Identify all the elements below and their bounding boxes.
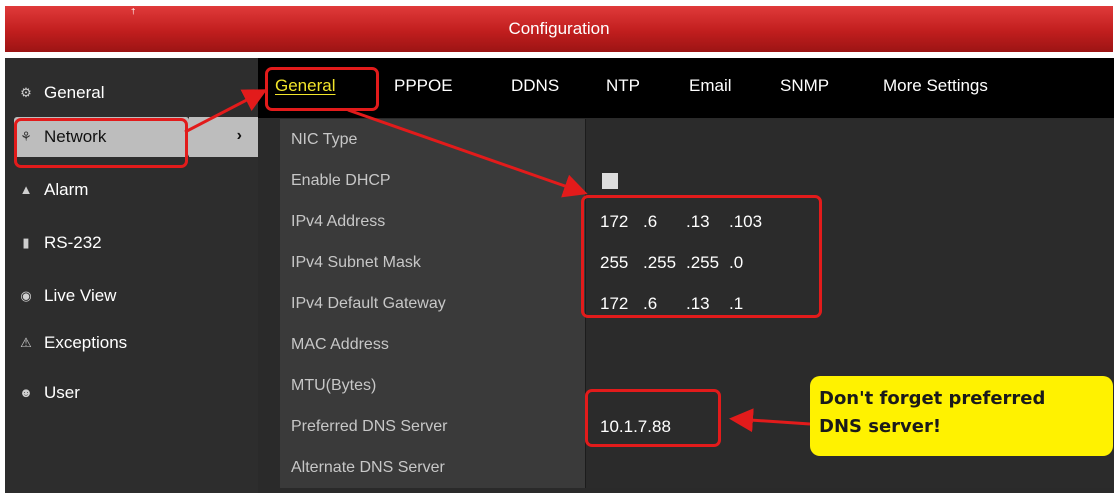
row-nic-type: NIC Type xyxy=(280,119,1114,160)
sidebar-item-label: Live View xyxy=(44,286,117,305)
ip-octet: .1 xyxy=(729,293,744,313)
ip-octet: .103 xyxy=(729,211,763,231)
tab-more-settings[interactable]: More Settings xyxy=(883,76,988,96)
alarm-icon: ▲ xyxy=(19,182,33,197)
tab-ntp[interactable]: NTP xyxy=(606,76,640,96)
ip-octet: .6 xyxy=(643,293,658,313)
tab-email[interactable]: Email xyxy=(689,76,732,96)
eye-icon: ◉ xyxy=(20,288,32,303)
callout-line-1: Don't forget preferred xyxy=(819,388,1046,409)
sidebar-item-label: RS-232 xyxy=(44,233,102,252)
callout-line-2: DNS server! xyxy=(819,416,942,437)
ip-octet: 255 xyxy=(600,252,629,272)
row-ipv4-default-gateway: IPv4 Default Gateway 172 .6 .13 .1 xyxy=(280,283,1114,324)
tab-ddns[interactable]: DDNS xyxy=(511,76,559,96)
ip-octet: .255 xyxy=(643,252,677,272)
ip-octet: 172 xyxy=(600,211,629,231)
users-icon: ☻ xyxy=(19,385,33,400)
nic-type-value[interactable] xyxy=(585,119,1114,160)
sidebar-item-label: Network xyxy=(44,127,107,146)
sidebar-item-general[interactable]: ⚙ General xyxy=(5,71,258,115)
active-highlight-tail xyxy=(189,117,258,157)
serial-port-icon: ▮ xyxy=(22,235,30,250)
mtu-label: MTU(Bytes) xyxy=(280,365,585,406)
dns-reminder-callout: Don't forget preferred DNS server! xyxy=(810,376,1113,456)
ipv4-subnet-mask-field[interactable]: 255 .255 .255 .0 xyxy=(585,242,1114,283)
ipv4-default-gateway-label: IPv4 Default Gateway xyxy=(280,283,585,324)
ip-octet: .13 xyxy=(686,211,710,231)
warning-icon: ⚠ xyxy=(20,335,32,350)
ipv4-address-field[interactable]: 172 .6 .13 .103 xyxy=(585,201,1114,242)
ip-octet: .6 xyxy=(643,211,658,231)
title-mark: † xyxy=(131,7,136,16)
tab-general[interactable]: General xyxy=(275,76,335,96)
row-ipv4-address: IPv4 Address 172 .6 .13 .103 xyxy=(280,201,1114,242)
ipv4-address-label: IPv4 Address xyxy=(280,201,585,242)
ip-octet: .13 xyxy=(686,293,710,313)
row-enable-dhcp: Enable DHCP xyxy=(280,160,1114,201)
sidebar-item-label: User xyxy=(44,383,80,402)
sidebar-item-network[interactable]: ⚘ Network › xyxy=(5,115,258,159)
tab-snmp[interactable]: SNMP xyxy=(780,76,829,96)
preferred-dns-label: Preferred DNS Server xyxy=(280,406,585,447)
alternate-dns-label: Alternate DNS Server xyxy=(280,447,585,488)
sidebar-item-alarm[interactable]: ▲ Alarm xyxy=(5,168,258,212)
row-mac-address: MAC Address xyxy=(280,324,1114,365)
enable-dhcp-cell xyxy=(585,160,1114,201)
row-ipv4-subnet-mask: IPv4 Subnet Mask 255 .255 .255 .0 xyxy=(280,242,1114,283)
sidebar-item-live-view[interactable]: ◉ Live View xyxy=(5,274,258,318)
sidebar-item-exceptions[interactable]: ⚠ Exceptions xyxy=(5,321,258,365)
ipv4-subnet-mask-label: IPv4 Subnet Mask xyxy=(280,242,585,283)
sidebar-item-label: General xyxy=(44,83,105,102)
title-bar: † Configuration xyxy=(5,6,1113,52)
sidebar-item-user[interactable]: ☻ User xyxy=(5,371,258,415)
sidebar-item-label: Alarm xyxy=(44,180,89,199)
sidebar: ⚙ General ⚘ Network › ▲ Alarm ▮ RS-232 ◉… xyxy=(5,58,258,493)
window-title: Configuration xyxy=(508,19,610,38)
chevron-right-icon: › xyxy=(236,127,242,144)
tab-bar: General PPPOE DDNS NTP Email SNMP More S… xyxy=(258,58,1114,118)
ip-octet: .0 xyxy=(729,252,744,272)
ip-octet: 172 xyxy=(600,293,629,313)
sidebar-item-label: Exceptions xyxy=(44,333,128,352)
sidebar-item-rs232[interactable]: ▮ RS-232 xyxy=(5,221,258,265)
mac-address-label: MAC Address xyxy=(280,324,585,365)
enable-dhcp-label: Enable DHCP xyxy=(280,160,585,201)
nic-type-label: NIC Type xyxy=(280,119,585,160)
network-icon: ⚘ xyxy=(20,129,32,144)
enable-dhcp-checkbox[interactable] xyxy=(602,172,618,189)
gear-icon: ⚙ xyxy=(20,85,32,100)
ip-octet: .255 xyxy=(686,252,720,272)
ipv4-default-gateway-field[interactable]: 172 .6 .13 .1 xyxy=(585,283,1114,324)
tab-pppoe[interactable]: PPPOE xyxy=(394,76,453,96)
mac-address-value xyxy=(585,324,1114,365)
